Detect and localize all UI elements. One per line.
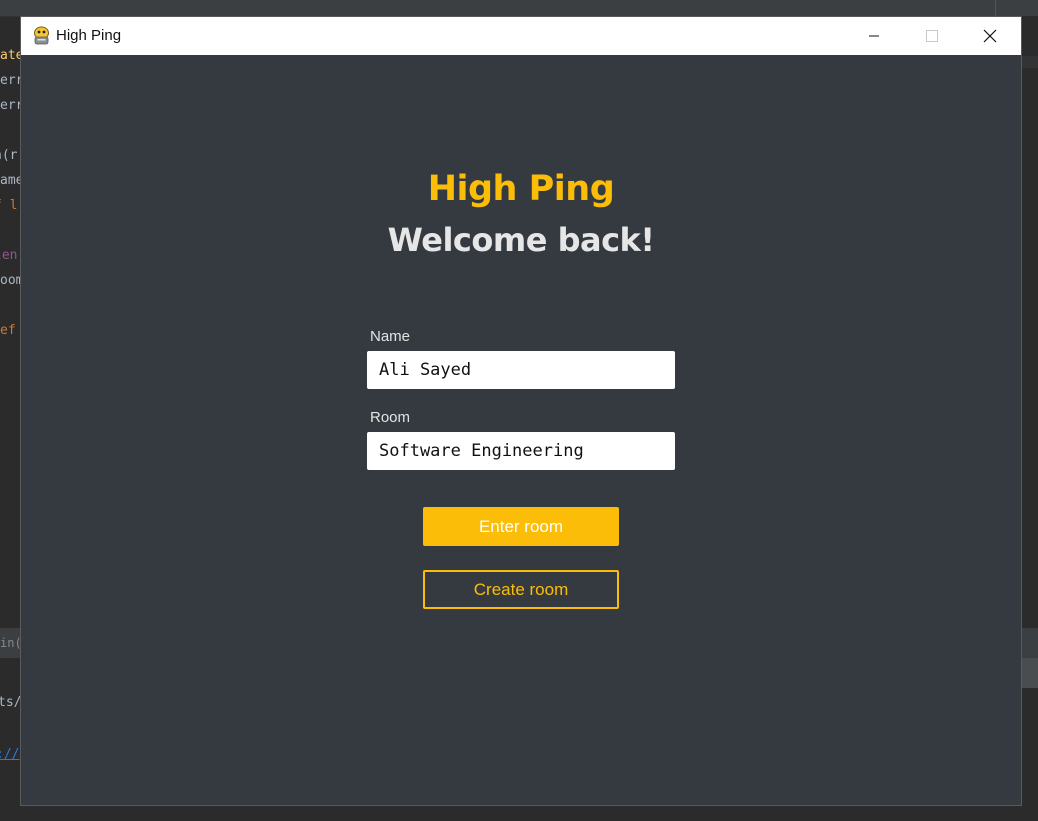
maximize-icon bbox=[926, 30, 938, 42]
code-fragment: in() bbox=[0, 636, 22, 650]
ide-code-gutter: ate err err n(r ame f l len oom ef in() … bbox=[0, 16, 22, 821]
code-fragment: ef bbox=[0, 323, 16, 338]
window-titlebar[interactable]: High Ping bbox=[21, 17, 1021, 55]
window-title: High Ping bbox=[56, 27, 122, 44]
close-icon bbox=[983, 29, 997, 43]
code-fragment: err bbox=[0, 73, 22, 88]
ide-run-panel-header: in() bbox=[0, 628, 22, 658]
create-room-button[interactable]: Create room bbox=[423, 570, 619, 609]
ide-toolbar-divider bbox=[995, 0, 996, 16]
maximize-button[interactable] bbox=[903, 17, 961, 55]
ide-toolbar bbox=[0, 0, 1038, 17]
app-title: High Ping bbox=[427, 169, 615, 209]
code-fragment: err bbox=[0, 98, 22, 113]
room-input[interactable] bbox=[367, 432, 675, 470]
room-label: Room bbox=[370, 409, 411, 426]
close-button[interactable] bbox=[961, 17, 1019, 55]
app-window: High Ping High Ping Welcome back! Name R… bbox=[21, 17, 1021, 805]
ide-highlight-band bbox=[1021, 56, 1038, 68]
code-fragment: len bbox=[0, 248, 18, 263]
name-label: Name bbox=[370, 328, 411, 345]
code-fragment: f l bbox=[0, 198, 18, 213]
code-fragment: ame bbox=[0, 173, 22, 188]
code-fragment: n(r bbox=[0, 148, 18, 163]
minimize-icon bbox=[869, 35, 879, 37]
welcome-heading: Welcome back! bbox=[387, 221, 655, 259]
ide-right-gutter bbox=[1021, 16, 1038, 821]
name-input[interactable] bbox=[367, 351, 675, 389]
code-fragment: ts/ bbox=[0, 695, 22, 710]
ide-run-output: ts/ :// bbox=[0, 658, 22, 821]
enter-room-button[interactable]: Enter room bbox=[423, 507, 619, 546]
ide-panel-band bbox=[1021, 658, 1038, 688]
code-fragment: oom bbox=[0, 273, 22, 288]
minimize-button[interactable] bbox=[845, 17, 903, 55]
ide-panel-band bbox=[1021, 628, 1038, 658]
login-screen: High Ping Welcome back! Name Room Enter … bbox=[21, 55, 1021, 805]
code-fragment: ate bbox=[0, 48, 22, 63]
pygame-snake-icon bbox=[32, 26, 51, 46]
code-link-fragment: :// bbox=[0, 747, 20, 762]
